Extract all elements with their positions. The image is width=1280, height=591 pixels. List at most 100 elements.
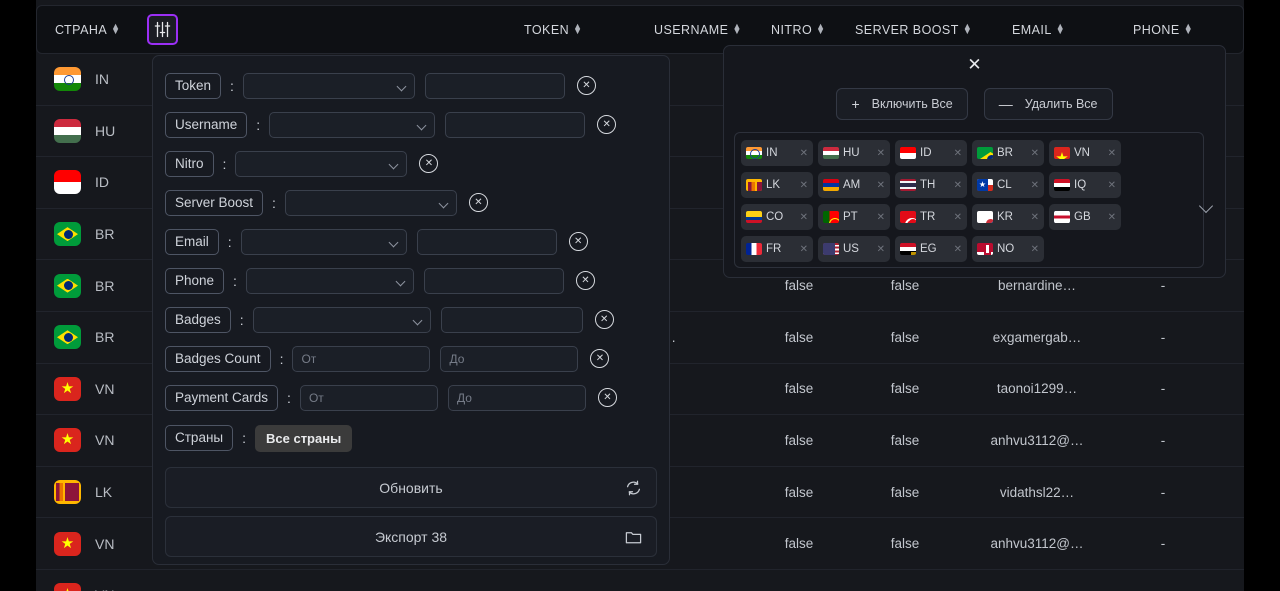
remove-chip-icon[interactable]: ✕ [954, 180, 962, 191]
filter-clear-username-button[interactable]: ✕ [597, 115, 617, 134]
country-chip-th[interactable]: TH ✕ [895, 172, 967, 198]
remove-chip-icon[interactable]: ✕ [800, 244, 808, 255]
filter-clear-email-button[interactable]: ✕ [568, 232, 588, 251]
filter-clear-payment_cards-button[interactable]: ✕ [597, 388, 617, 407]
flag-eg-icon [900, 243, 916, 255]
column-header-phone[interactable]: PHONE ▲ ▼ [1133, 22, 1193, 37]
filter-email-select[interactable] [240, 228, 407, 255]
country-chip-in[interactable]: IN ✕ [741, 140, 813, 166]
remove-chip-icon[interactable]: ✕ [800, 180, 808, 191]
country-chip-iq[interactable]: IQ ✕ [1049, 172, 1121, 198]
close-icon[interactable]: ✕ [967, 56, 981, 73]
country-chip-am[interactable]: AM ✕ [818, 172, 890, 198]
country-chip-pt[interactable]: PT ✕ [818, 204, 890, 230]
country-chip-us[interactable]: US ✕ [818, 236, 890, 262]
country-chip-id[interactable]: ID ✕ [895, 140, 967, 166]
filter-server_boost-select[interactable] [284, 189, 457, 216]
country-chip-eg[interactable]: EG ✕ [895, 236, 967, 262]
cell-email: anhvu3112@… [990, 536, 1084, 552]
remove-chip-icon[interactable]: ✕ [800, 212, 808, 223]
remove-chip-icon[interactable]: ✕ [1031, 244, 1039, 255]
column-header-username[interactable]: USERNAME ▲ ▼ [654, 22, 742, 37]
remove-chip-icon[interactable]: ✕ [877, 244, 885, 255]
cell-country-code: IN [95, 71, 109, 88]
filter-badges-input[interactable] [440, 306, 583, 333]
column-header-country[interactable]: СТРАНА ▲ ▼ [55, 22, 121, 37]
country-chip-gb[interactable]: GB ✕ [1049, 204, 1121, 230]
remove-chip-icon[interactable]: ✕ [1031, 212, 1039, 223]
filter-payment_cards-to-input[interactable] [447, 384, 586, 411]
remove-chip-icon[interactable]: ✕ [954, 244, 962, 255]
flag-br-icon [54, 222, 81, 247]
remove-all-button[interactable]: — Удалить Все [983, 88, 1113, 120]
remove-chip-icon[interactable]: ✕ [1031, 180, 1039, 191]
column-header-country-label: СТРАНА [55, 22, 108, 37]
cell-nitro: false [784, 381, 814, 397]
country-chip-kr[interactable]: KR ✕ [972, 204, 1044, 230]
filter-clear-phone-button[interactable]: ✕ [575, 271, 595, 290]
remove-chip-icon[interactable]: ✕ [954, 212, 962, 223]
export-button-label: Экспорт 38 [374, 528, 448, 545]
flag-gb-icon [1054, 211, 1070, 223]
refresh-button-label: Обновить [379, 479, 443, 496]
chevron-down-icon[interactable] [1199, 198, 1215, 214]
country-chip-br[interactable]: BR ✕ [972, 140, 1044, 166]
country-chip-lk[interactable]: LK ✕ [741, 172, 813, 198]
export-button[interactable]: Экспорт 38 [165, 516, 657, 557]
filter-badges-select[interactable] [252, 306, 431, 333]
filter-badges_count-from-input[interactable] [292, 345, 431, 372]
filter-nitro-select[interactable] [235, 150, 408, 177]
table-row[interactable]: VN [36, 570, 1244, 591]
filter-clear-server_boost-button[interactable]: ✕ [468, 193, 488, 212]
remove-chip-icon[interactable]: ✕ [1108, 148, 1116, 159]
country-chip-label: IN [766, 147, 778, 159]
cell-country-code: VN [95, 587, 114, 591]
filter-clear-badges_count-button[interactable]: ✕ [590, 349, 610, 368]
column-header-phone-label: PHONE [1133, 22, 1180, 37]
flag-in-icon [746, 147, 762, 159]
filter-clear-badges-button[interactable]: ✕ [594, 310, 614, 329]
remove-chip-icon[interactable]: ✕ [800, 148, 808, 159]
column-header-token[interactable]: TOKEN ▲ ▼ [524, 22, 582, 37]
filter-token-input[interactable] [424, 72, 565, 99]
filter-username-input[interactable] [445, 111, 586, 138]
remove-chip-icon[interactable]: ✕ [1108, 212, 1116, 223]
filter-phone-select[interactable] [245, 267, 414, 294]
remove-chip-icon[interactable]: ✕ [1031, 148, 1039, 159]
country-chip-vn[interactable]: VN ✕ [1049, 140, 1121, 166]
remove-chip-icon[interactable]: ✕ [877, 212, 885, 223]
remove-chip-icon[interactable]: ✕ [954, 148, 962, 159]
country-chip-cl[interactable]: CL ✕ [972, 172, 1044, 198]
filter-username-select[interactable] [269, 111, 436, 138]
column-header-nitro[interactable]: NITRO ▲ ▼ [771, 22, 826, 37]
country-chip-hu[interactable]: HU ✕ [818, 140, 890, 166]
flag-vn-icon [54, 531, 81, 556]
sort-arrows-icon: ▲ ▼ [962, 20, 973, 36]
country-chip-co[interactable]: CO ✕ [741, 204, 813, 230]
column-header-server-boost[interactable]: SERVER BOOST ▲ ▼ [855, 20, 973, 37]
colon-separator: : [222, 155, 227, 172]
country-chip-label: EG [920, 243, 937, 255]
filter-badges_count-to-input[interactable] [440, 345, 579, 372]
country-chip-no[interactable]: NO ✕ [972, 236, 1044, 262]
include-all-button[interactable]: + Включить Все [836, 88, 968, 120]
remove-chip-icon[interactable]: ✕ [1108, 180, 1116, 191]
flag-fr-icon [746, 243, 762, 255]
remove-chip-icon[interactable]: ✕ [877, 180, 885, 191]
filter-clear-token-button[interactable]: ✕ [576, 76, 596, 95]
filter-email-input[interactable] [416, 228, 557, 255]
remove-chip-icon[interactable]: ✕ [877, 148, 885, 159]
country-chip-tr[interactable]: TR ✕ [895, 204, 967, 230]
filter-phone-input[interactable] [423, 267, 564, 294]
countries-value-tag[interactable]: Все страны [255, 424, 353, 452]
refresh-icon [626, 480, 641, 495]
filter-clear-nitro-button[interactable]: ✕ [419, 154, 439, 173]
filter-toggle-button[interactable] [147, 14, 178, 45]
cell-country: VN [54, 583, 114, 591]
filter-payment_cards-from-input[interactable] [299, 384, 438, 411]
country-chip-fr[interactable]: FR ✕ [741, 236, 813, 262]
filter-token-select[interactable] [242, 72, 415, 99]
refresh-button[interactable]: Обновить [165, 467, 657, 508]
column-header-email[interactable]: EMAIL ▲ ▼ [1012, 22, 1065, 37]
cell-email: taonoi1299… [996, 381, 1078, 397]
